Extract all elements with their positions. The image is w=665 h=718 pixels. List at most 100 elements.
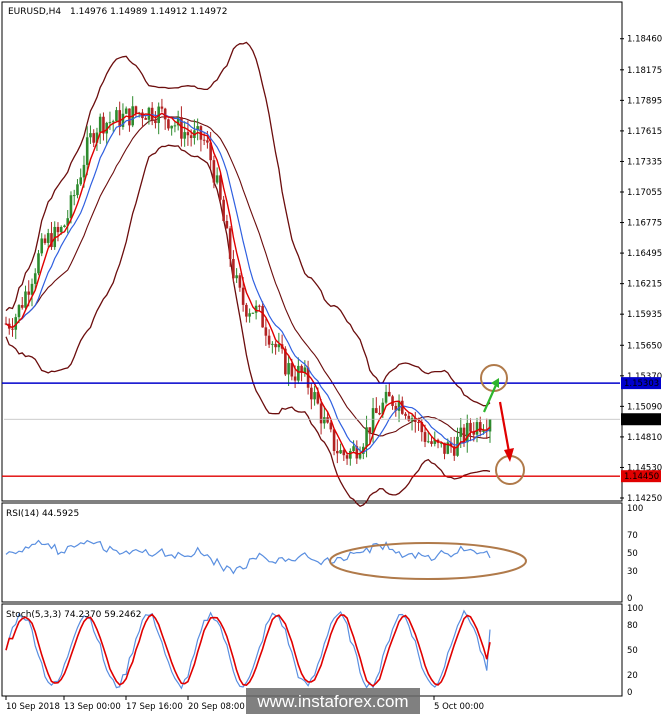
price-tick-label: 1.17055 (627, 188, 662, 198)
candle-body (274, 343, 277, 348)
candle-body (20, 305, 24, 308)
candle-body (225, 220, 229, 229)
candle-body (92, 133, 96, 143)
candle-body (258, 305, 261, 307)
candle-body (345, 455, 349, 459)
candle-body (40, 238, 44, 254)
chart-symbol: EURUSD,H4 (8, 7, 61, 17)
candle-body (160, 106, 164, 109)
candle-body (352, 446, 355, 451)
candle-body (222, 199, 225, 221)
candle-body (108, 122, 112, 124)
candle-body (371, 408, 375, 434)
candle-body (368, 427, 372, 434)
price-tick-label: 1.18175 (627, 66, 662, 76)
candle-body (478, 422, 482, 432)
candle-body (30, 283, 34, 295)
candle-body (33, 273, 37, 284)
support-price-tag: 1.14450 (624, 472, 659, 482)
candle-body (310, 387, 313, 400)
price-tick-label: 1.15650 (627, 341, 662, 351)
stoch-scale-label: 0 (627, 688, 632, 698)
price-tick-label: 1.14250 (627, 494, 662, 504)
price-tick-label: 1.17335 (627, 157, 662, 167)
candle-body (76, 184, 79, 196)
time-tick-label: 20 Sep 08:00 (188, 702, 245, 712)
candle-body (98, 116, 102, 133)
stoch-scale-label: 80 (627, 621, 638, 631)
candle-body (232, 258, 235, 279)
candle-body (46, 233, 50, 243)
rsi-panel[interactable] (1, 502, 623, 603)
price-tick-label: 1.16775 (627, 219, 662, 229)
candle-body (267, 335, 271, 345)
candle-body (287, 363, 290, 375)
candle-body (339, 450, 342, 454)
forex-chart[interactable]: 1.18460 1.18175 1.17895 1.17615 1.17335 1.170… (0, 0, 665, 718)
candle-body (469, 422, 472, 432)
time-tick-label: 10 Sep 2018 (6, 702, 60, 712)
candle-body (173, 125, 177, 127)
candle-body (154, 120, 157, 124)
watermark-text: www.instaforex.com (256, 692, 408, 711)
candle-body (251, 312, 255, 314)
candle-body (134, 106, 138, 114)
candle-body (388, 391, 391, 397)
candle-body (144, 118, 147, 120)
candle-body (11, 328, 14, 330)
price-panel[interactable] (1, 1, 623, 502)
candle-body (212, 160, 216, 183)
rsi-scale-label: 100 (627, 504, 643, 514)
candle-body (189, 135, 193, 139)
candle-body (384, 391, 388, 403)
candle-body (349, 450, 352, 459)
candle-body (79, 177, 83, 185)
candle-body (326, 417, 329, 423)
candle-body (323, 417, 326, 424)
candle-body (271, 343, 274, 345)
candle-body (358, 453, 362, 459)
price-tick-label: 1.15935 (627, 310, 662, 320)
candle-body (475, 422, 479, 435)
candle-body (63, 225, 66, 227)
candle-body (82, 164, 86, 178)
candle-body (426, 441, 430, 443)
candle-body (365, 427, 368, 447)
price-tick-label: 1.16215 (627, 280, 662, 290)
candle-body (319, 403, 323, 424)
candle-body (459, 427, 463, 437)
candle-body (89, 133, 92, 138)
candle-body (313, 392, 316, 400)
candle-body (215, 175, 219, 183)
candle-body (111, 121, 115, 123)
candle-body (423, 432, 427, 442)
candle-body (118, 110, 121, 127)
candle-body (297, 365, 300, 381)
resistance-price-tag: 1.15303 (624, 379, 659, 389)
candle-body (170, 125, 173, 129)
stoch-scale-label: 100 (627, 604, 643, 614)
candle-body (238, 275, 242, 288)
candle-body (186, 132, 190, 136)
candle-body (241, 287, 245, 305)
candle-body (404, 413, 407, 416)
candle-body (85, 137, 89, 165)
candle-body (228, 228, 232, 259)
candle-body (150, 107, 154, 121)
candle-body (202, 139, 206, 141)
candle-body (407, 415, 411, 421)
time-tick-label: 13 Sep 00:00 (64, 702, 121, 712)
candle-body (17, 305, 21, 318)
candle-body (264, 327, 268, 336)
candle-body (124, 108, 128, 114)
candle-body (206, 140, 209, 143)
price-tick-label: 1.17615 (627, 127, 662, 137)
current-price-tag: 1.14972 (624, 415, 659, 425)
stoch-label: Stoch(5,3,3) 74.2370 59.2462 (6, 610, 141, 620)
rsi-scale-label: 0 (627, 594, 632, 604)
candle-body (248, 313, 251, 317)
price-tick-label: 1.18460 (627, 35, 662, 45)
chart-ohlc: 1.14976 1.14989 1.14912 1.14972 (70, 7, 227, 17)
price-tick-label: 1.16495 (627, 249, 662, 259)
price-tick-label: 1.17895 (627, 96, 662, 106)
